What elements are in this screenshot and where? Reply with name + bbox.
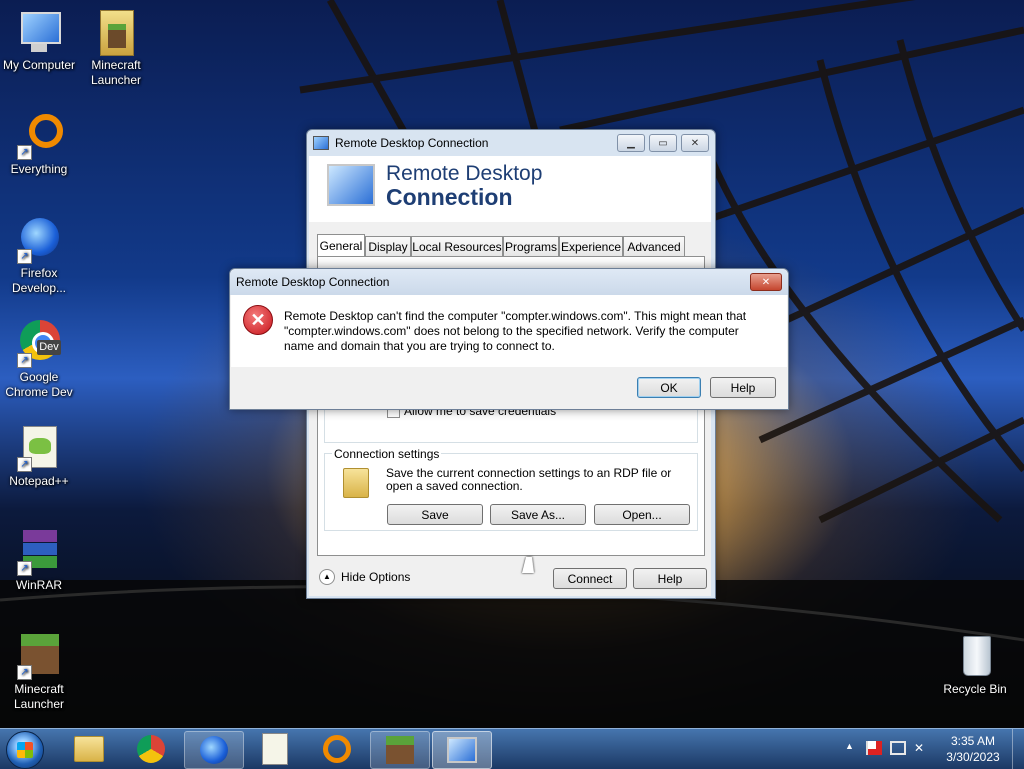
taskbar-chrome-dev[interactable] <box>122 731 180 767</box>
chevron-up-icon: ▲ <box>319 569 335 585</box>
rdp-header-line2: Connection <box>386 184 513 210</box>
desktop-icon-label: Recycle Bin <box>943 682 1007 696</box>
notepad-plus-plus-icon: ↗ <box>15 424 63 472</box>
error-dialog-titlebar[interactable]: Remote Desktop Connection ✕ <box>230 269 788 295</box>
tab-programs[interactable]: Programs <box>503 236 559 256</box>
tab-display[interactable]: Display <box>365 236 411 256</box>
shortcut-arrow-icon: ↗ <box>17 561 32 576</box>
network-icon[interactable] <box>890 741 906 755</box>
rdp-header-banner: Remote Desktop Connection <box>309 156 711 222</box>
volume-muted-icon[interactable]: ✕ <box>914 741 924 755</box>
action-center-flag-icon[interactable] <box>866 741 882 755</box>
everything-icon <box>323 735 351 763</box>
shortcut-arrow-icon: ↗ <box>17 457 32 472</box>
error-dialog-body: ✕ Remote Desktop can't find the computer… <box>231 295 787 367</box>
folder-icon <box>343 468 369 498</box>
desktop-icon-everything[interactable]: ↗ Everything <box>1 112 77 177</box>
rdp-window-title: Remote Desktop Connection <box>335 136 489 150</box>
firefox-dev-icon: ↗ <box>15 216 63 264</box>
help-button[interactable]: Help <box>633 568 707 589</box>
save-button[interactable]: Save <box>387 504 483 525</box>
minecraft-folder-icon <box>92 8 140 56</box>
error-dialog-title: Remote Desktop Connection <box>236 275 390 289</box>
taskbar: ▲ ✕ 3:35 AM 3/30/2023 <box>0 728 1024 769</box>
close-button[interactable]: ✕ <box>681 134 709 152</box>
remote-desktop-icon <box>327 164 375 206</box>
rdp-header-line1: Remote Desktop <box>386 162 543 185</box>
shortcut-arrow-icon: ↗ <box>17 249 32 264</box>
desktop-icon-firefox-dev[interactable]: ↗ Firefox Develop... <box>1 216 77 296</box>
shortcut-arrow-icon: ↗ <box>17 353 32 368</box>
show-desktop-button[interactable] <box>1012 729 1024 769</box>
minecraft-icon <box>386 736 414 764</box>
recycle-bin-icon <box>951 632 999 680</box>
error-icon: ✕ <box>243 305 273 335</box>
winrar-icon: ↗ <box>15 528 63 576</box>
hide-options-toggle[interactable]: ▲ Hide Options <box>319 569 410 585</box>
connect-button[interactable]: Connect <box>553 568 627 589</box>
error-dialog-close-button[interactable]: ✕ <box>750 273 782 291</box>
maximize-button[interactable]: ▭ <box>649 134 677 152</box>
taskbar-firefox-dev[interactable] <box>184 731 244 769</box>
desktop-icon-recycle-bin[interactable]: Recycle Bin <box>937 632 1013 697</box>
connection-settings-group: Connection settings Save the current con… <box>324 447 698 531</box>
desktop-icon-notepad-plus-plus[interactable]: ↗ Notepad++ <box>1 424 77 489</box>
rdp-window-titlebar[interactable]: Remote Desktop Connection ▁ ▭ ✕ <box>307 130 715 156</box>
tab-strip: General Display Local Resources Programs… <box>317 234 707 258</box>
desktop-icon-my-computer[interactable]: My Computer <box>1 8 77 73</box>
connection-settings-text: Save the current connection settings to … <box>386 466 672 493</box>
tab-experience[interactable]: Experience <box>559 236 623 256</box>
error-help-button[interactable]: Help <box>710 377 776 398</box>
notepad-plus-plus-icon <box>262 733 288 765</box>
open-button[interactable]: Open... <box>594 504 690 525</box>
ok-button[interactable]: OK <box>637 377 701 398</box>
taskbar-notepad-plus-plus[interactable] <box>246 731 304 767</box>
show-hidden-icons-button[interactable]: ▲ <box>845 741 854 751</box>
error-dialog: Remote Desktop Connection ✕ ✕ Remote Des… <box>229 268 789 410</box>
tab-advanced[interactable]: Advanced <box>623 236 685 256</box>
desktop-icon-label: WinRAR <box>15 578 62 592</box>
computer-icon <box>15 8 63 56</box>
tab-local-resources[interactable]: Local Resources <box>411 236 503 256</box>
windows-logo-icon <box>17 742 33 758</box>
shortcut-arrow-icon: ↗ <box>17 665 32 680</box>
folder-icon <box>74 736 104 762</box>
minimize-button[interactable]: ▁ <box>617 134 645 152</box>
desktop-icon-winrar[interactable]: ↗ WinRAR <box>1 528 77 593</box>
clock-date[interactable]: 3/30/2023 <box>940 750 1006 764</box>
start-button[interactable] <box>6 731 44 769</box>
chrome-dev-icon <box>137 735 165 763</box>
taskbar-file-explorer[interactable] <box>60 731 118 767</box>
clock-time[interactable]: 3:35 AM <box>940 734 1006 748</box>
desktop-icon-label: My Computer <box>2 58 76 72</box>
desktop-icon-chrome-dev[interactable]: Dev ↗ Google Chrome Dev <box>1 320 77 400</box>
desktop-icon-label: Minecraft Launcher <box>13 682 65 711</box>
desktop-icon-label: Notepad++ <box>9 474 69 488</box>
desktop-icon-minecraft-launcher-2[interactable]: ↗ Minecraft Launcher <box>1 632 77 712</box>
desktop: My Computer Minecraft Launcher ↗ Everyth… <box>0 0 1024 728</box>
error-message: Remote Desktop can't find the computer "… <box>284 309 747 353</box>
taskbar-minecraft[interactable] <box>370 731 430 769</box>
taskbar-everything[interactable] <box>308 731 366 767</box>
remote-desktop-small-icon <box>313 136 329 150</box>
desktop-icon-label: Everything <box>10 162 68 176</box>
desktop-icon-label: Minecraft Launcher <box>90 58 142 87</box>
desktop-icon-label: Firefox Develop... <box>11 266 67 295</box>
tab-general[interactable]: General <box>317 234 365 256</box>
desktop-icon-label: Google Chrome Dev <box>5 370 73 399</box>
hide-options-label: Hide Options <box>341 570 411 584</box>
minecraft-icon: ↗ <box>15 632 63 680</box>
chrome-dev-icon: Dev ↗ <box>15 320 63 368</box>
desktop-icon-minecraft-launcher[interactable]: Minecraft Launcher <box>78 8 154 88</box>
remote-desktop-icon <box>447 737 477 763</box>
save-as-button[interactable]: Save As... <box>490 504 586 525</box>
taskbar-remote-desktop[interactable] <box>432 731 492 769</box>
connection-settings-title: Connection settings <box>332 447 442 461</box>
everything-icon: ↗ <box>15 112 63 160</box>
shortcut-arrow-icon: ↗ <box>17 145 32 160</box>
firefox-dev-icon <box>200 736 228 764</box>
